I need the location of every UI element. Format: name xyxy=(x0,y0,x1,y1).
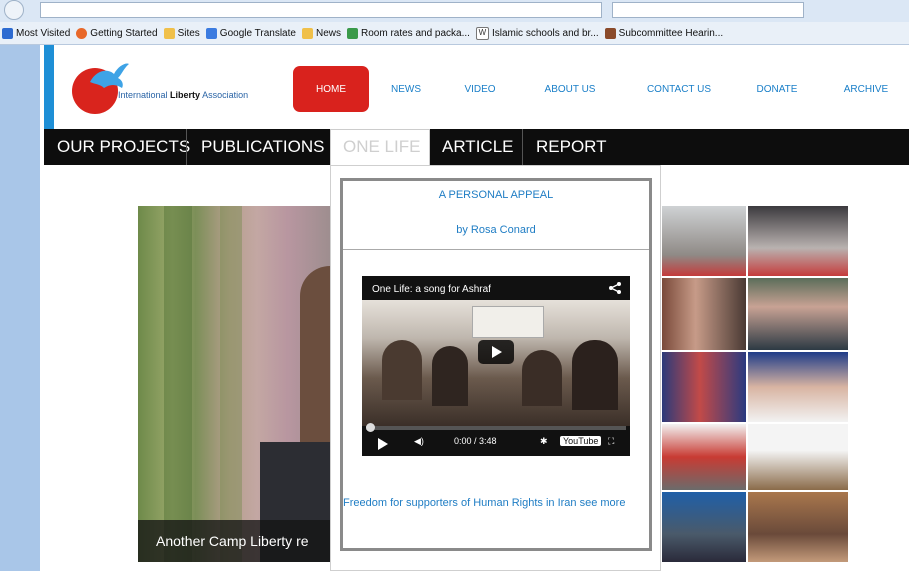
photo-tile[interactable] xyxy=(662,278,746,350)
main-nav: HOME NEWS VIDEO ABOUT US CONTACT US DONA… xyxy=(0,66,909,112)
folder-icon xyxy=(301,27,313,39)
nav-video[interactable]: VIDEO xyxy=(455,66,505,112)
fullscreen-icon[interactable]: ⛶ xyxy=(608,436,614,447)
settings-icon[interactable]: ✱ xyxy=(540,436,548,447)
subnav-publications[interactable]: PUBLICATIONS xyxy=(201,129,324,165)
photo-tile[interactable] xyxy=(748,492,848,562)
progress-handle[interactable] xyxy=(366,423,375,432)
photo-tile[interactable] xyxy=(662,424,746,490)
translate-icon xyxy=(205,27,217,39)
subnav-article[interactable]: ARTICLE xyxy=(442,129,514,165)
bookmark-most-visited[interactable]: Most Visited xyxy=(2,27,70,39)
dropdown-divider xyxy=(343,249,649,250)
subnav-divider xyxy=(522,129,523,165)
secondary-nav: OUR PROJECTS PUBLICATIONS ARTICLE REPORT xyxy=(44,129,909,165)
browser-toolbar xyxy=(0,0,909,22)
hotel-icon xyxy=(346,27,358,39)
hero-slide-image[interactable] xyxy=(138,206,330,562)
bookmark-google-translate[interactable]: Google Translate xyxy=(205,27,296,39)
video-progress-bar[interactable] xyxy=(366,423,626,432)
photo-tile[interactable] xyxy=(662,206,746,276)
subnav-report[interactable]: REPORT xyxy=(536,129,607,165)
nav-contact-us[interactable]: CONTACT US xyxy=(634,66,724,112)
subnav-our-projects[interactable]: OUR PROJECTS xyxy=(57,129,190,165)
address-bar[interactable] xyxy=(40,2,602,18)
bookmark-room-rates[interactable]: Room rates and packa... xyxy=(346,27,470,39)
photo-grid xyxy=(662,206,848,562)
nav-news[interactable]: NEWS xyxy=(381,66,431,112)
protest-banner xyxy=(472,306,544,338)
volume-icon[interactable]: ◀) xyxy=(414,436,424,447)
bookmark-getting-started[interactable]: Getting Started xyxy=(76,27,158,39)
bookmark-islamic-schools[interactable]: W Islamic schools and br... xyxy=(475,26,599,40)
firefox-icon xyxy=(76,27,88,39)
photo-tile[interactable] xyxy=(662,352,746,422)
youtube-video-player[interactable]: One Life: a song for Ashraf ◀) 0:00 / 3:… xyxy=(362,276,630,456)
photo-tile[interactable] xyxy=(748,278,848,350)
bookmark-sites[interactable]: Sites xyxy=(163,27,200,39)
wikipedia-icon: W xyxy=(475,26,489,40)
nav-about-us[interactable]: ABOUT US xyxy=(533,66,607,112)
youtube-logo-icon[interactable]: YouTube xyxy=(560,436,602,446)
star-icon xyxy=(2,27,13,39)
play-button[interactable] xyxy=(478,340,514,364)
share-icon[interactable] xyxy=(608,281,622,295)
nav-donate[interactable]: DONATE xyxy=(745,66,809,112)
subnav-one-life[interactable]: ONE LIFE xyxy=(330,129,430,165)
play-icon[interactable] xyxy=(378,438,388,450)
nav-archive[interactable]: ARCHIVE xyxy=(833,66,899,112)
bookmark-news[interactable]: News xyxy=(301,27,341,39)
subnav-divider xyxy=(186,129,187,165)
photo-tile[interactable] xyxy=(748,206,848,276)
video-time: 0:00 / 3:48 xyxy=(454,436,497,446)
photo-tile[interactable] xyxy=(748,352,848,422)
appeal-title[interactable]: A PERSONAL APPEAL xyxy=(340,189,652,201)
appeal-author[interactable]: by Rosa Conard xyxy=(340,224,652,236)
see-more-link[interactable]: Freedom for supporters of Human Rights i… xyxy=(343,493,643,514)
nav-home[interactable]: HOME xyxy=(293,66,369,112)
video-title[interactable]: One Life: a song for Ashraf xyxy=(372,284,491,295)
photo-tile[interactable] xyxy=(748,424,848,490)
congress-icon xyxy=(604,27,616,39)
hero-caption[interactable]: Another Camp Liberty re xyxy=(138,520,330,562)
folder-icon xyxy=(163,27,175,39)
bookmark-subcommittee[interactable]: Subcommittee Hearin... xyxy=(604,27,723,39)
bookmarks-toolbar: Most Visited Getting Started Sites Googl… xyxy=(0,22,909,45)
back-button[interactable] xyxy=(4,0,24,20)
photo-tile[interactable] xyxy=(662,492,746,562)
search-box[interactable] xyxy=(612,2,804,18)
